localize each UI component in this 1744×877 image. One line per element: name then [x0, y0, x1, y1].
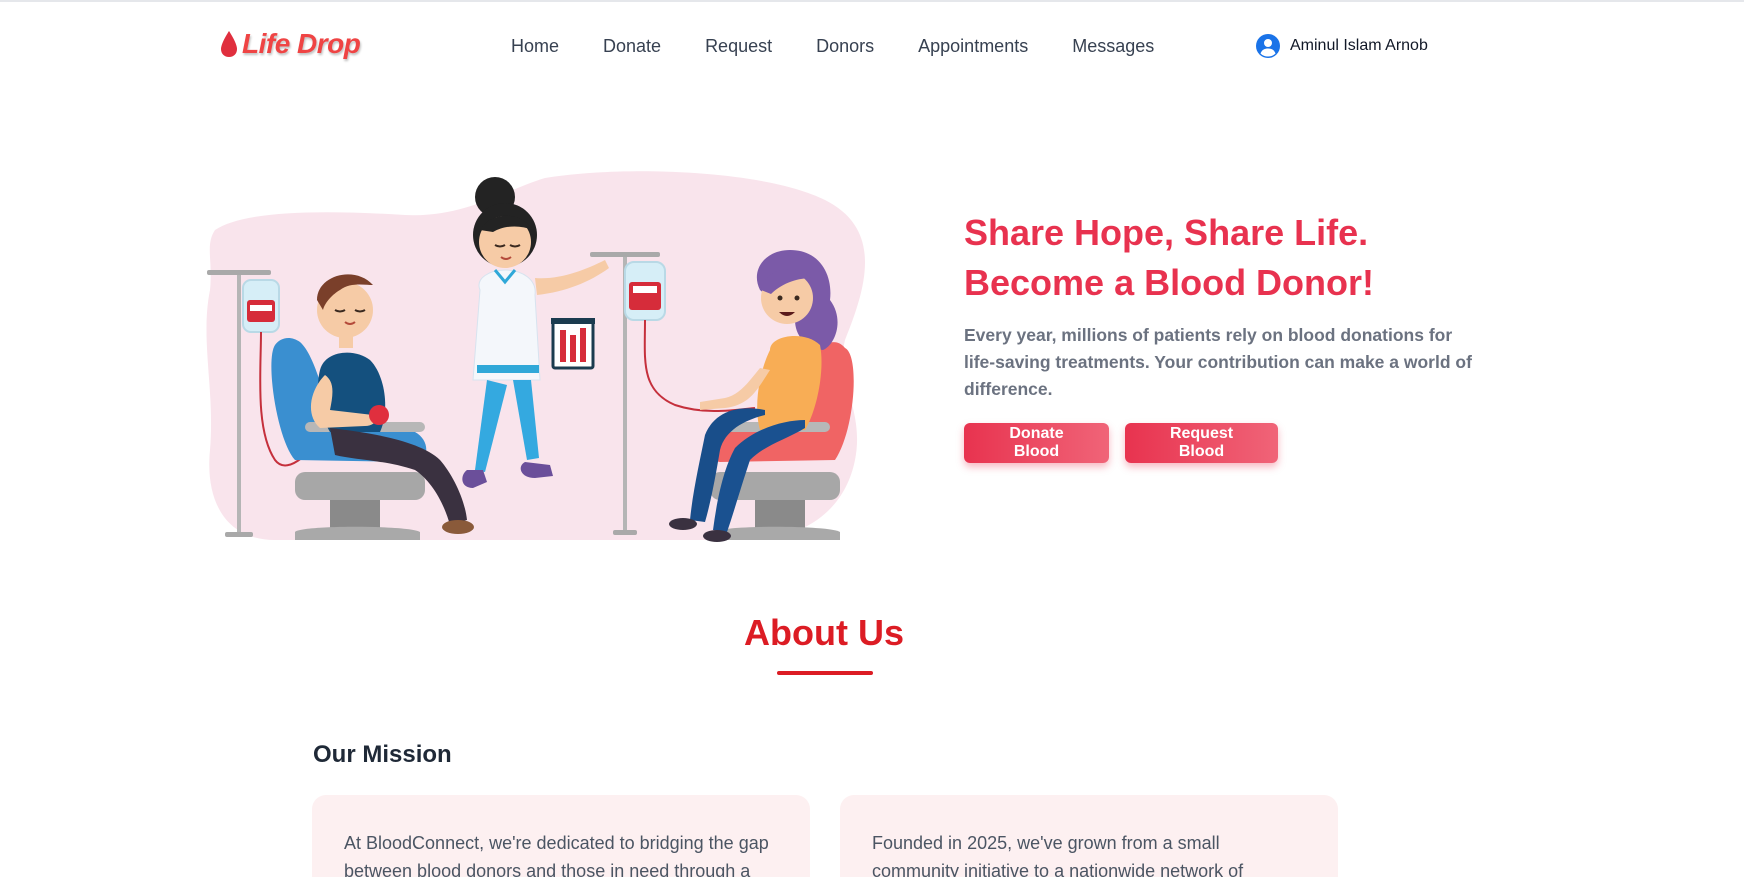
nav-link-request[interactable]: Request [705, 36, 772, 57]
hero-title-line-2: Become a Blood Donor! [964, 262, 1375, 303]
history-card-line-1: Founded in 2025, we've grown from a smal… [872, 833, 1220, 853]
main-nav: Home Donate Request Donors Appointments … [511, 36, 1154, 57]
our-mission-heading: Our Mission [313, 741, 452, 768]
nav-link-appointments[interactable]: Appointments [918, 36, 1028, 57]
hero-description-line-1: Every year, millions of patients rely on… [964, 325, 1453, 345]
history-card-text: Founded in 2025, we've grown from a smal… [872, 829, 1306, 877]
about-us-underline [777, 671, 873, 675]
mission-card-line-2: between blood donors and those in need t… [344, 861, 751, 877]
request-blood-button[interactable]: Request Blood [1125, 423, 1278, 463]
mission-card-line-1: At BloodConnect, we're dedicated to brid… [344, 833, 769, 853]
logo-text: Life Drop [242, 28, 361, 59]
hero-title-line-1: Share Hope, Share Life. [964, 212, 1369, 253]
logo[interactable]: Life Drop [220, 28, 361, 60]
nav-link-donors[interactable]: Donors [816, 36, 874, 57]
hero-description-line-3: difference. [964, 379, 1053, 399]
blood-donation-illustration [206, 171, 865, 542]
blood-drop-icon [221, 31, 237, 57]
hero-title: Share Hope, Share Life. Become a Blood D… [964, 208, 1484, 308]
mission-card: At BloodConnect, we're dedicated to brid… [312, 795, 810, 877]
history-card: Founded in 2025, we've grown from a smal… [840, 795, 1338, 877]
nav-link-home[interactable]: Home [511, 36, 559, 57]
hero-buttons: Donate Blood Request Blood [964, 423, 1484, 463]
about-us-title: About Us [744, 612, 904, 653]
nav-link-donate[interactable]: Donate [603, 36, 661, 57]
hero-content: Share Hope, Share Life. Become a Blood D… [964, 208, 1484, 463]
user-avatar-icon [1256, 34, 1280, 58]
donate-blood-button[interactable]: Donate Blood [964, 423, 1109, 463]
user-profile[interactable]: Aminul Islam Arnob [1256, 34, 1428, 58]
history-card-line-2: community initiative to a nationwide net… [872, 861, 1244, 877]
user-name: Aminul Islam Arnob [1290, 37, 1428, 54]
nav-link-messages[interactable]: Messages [1072, 36, 1154, 57]
hero-description: Every year, millions of patients rely on… [964, 322, 1484, 403]
hero-description-line-2: life-saving treatments. Your contributio… [964, 352, 1472, 372]
mission-card-text: At BloodConnect, we're dedicated to brid… [344, 829, 778, 877]
navbar: Life Drop Home Donate Request Donors App… [0, 2, 1744, 90]
